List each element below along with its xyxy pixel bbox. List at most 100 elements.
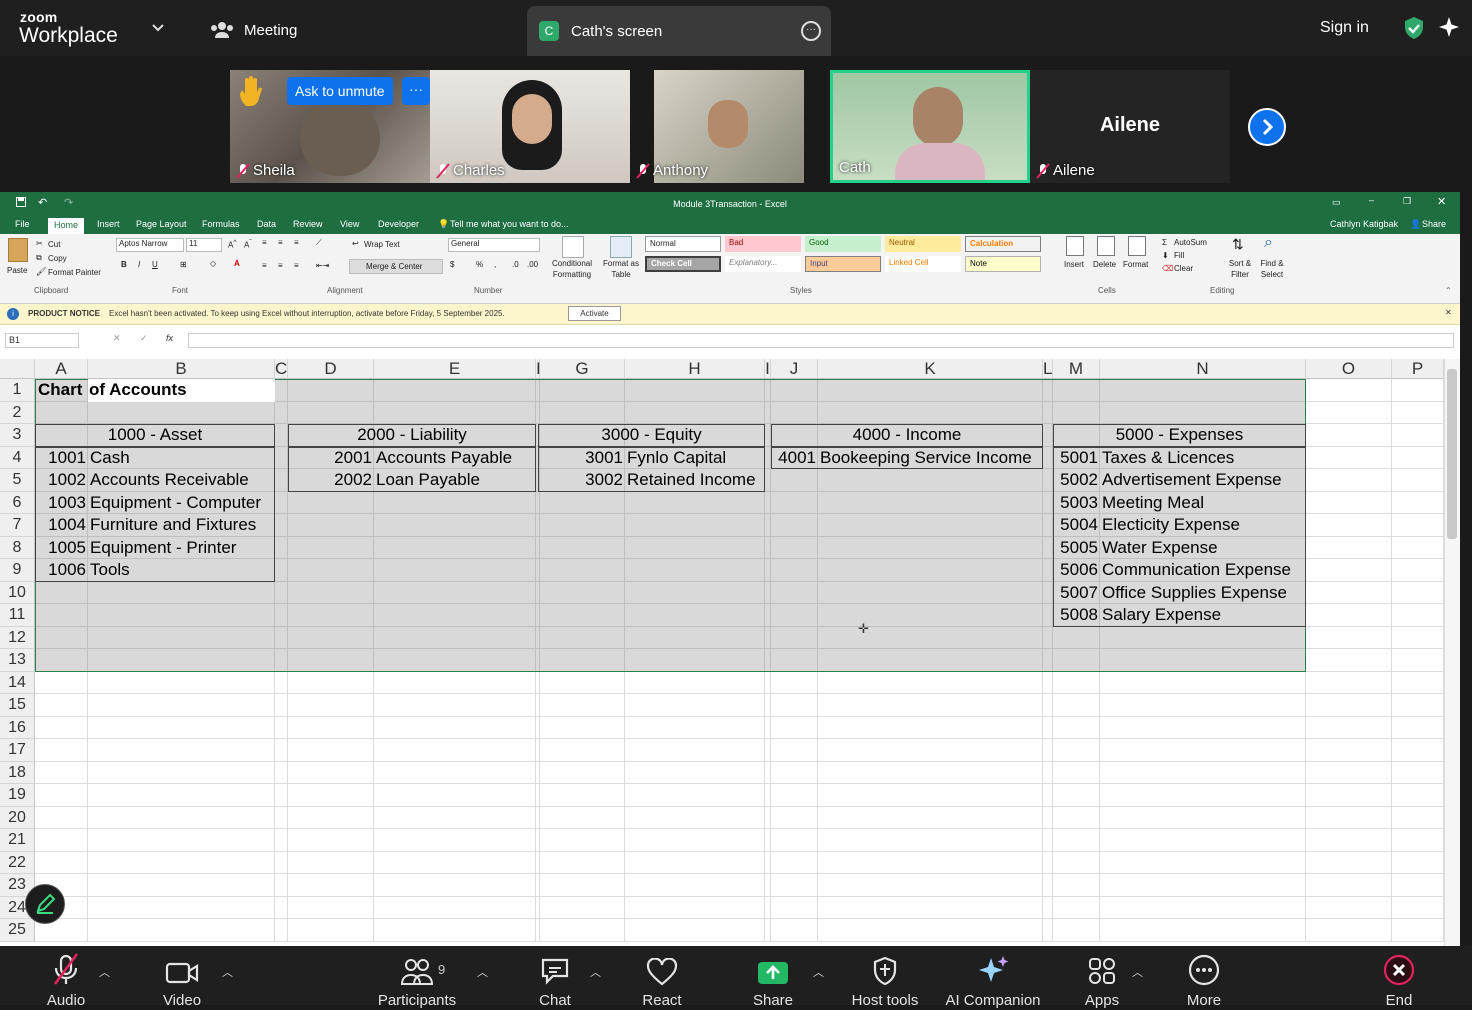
wrap-text-icon[interactable]: ↩	[352, 239, 359, 248]
row-header[interactable]: 11	[0, 604, 35, 627]
tab-data[interactable]: Data	[257, 219, 276, 229]
align-top-icon[interactable]: ≡	[262, 238, 267, 247]
name-box[interactable]: B1	[5, 333, 79, 348]
host-tools-button[interactable]: Host tools	[846, 946, 924, 1009]
column-header[interactable]: E	[374, 359, 536, 379]
style-good[interactable]: Good	[805, 236, 881, 252]
account-code[interactable]: 4001	[771, 447, 816, 469]
column-header[interactable]: G	[540, 359, 625, 379]
delete-cells-button[interactable]: Delete	[1093, 260, 1116, 269]
column-header[interactable]: A	[35, 359, 88, 379]
tell-me-search[interactable]: Tell me what you want to do...	[450, 219, 569, 229]
conditional-formatting-icon[interactable]	[562, 236, 584, 258]
fill-icon[interactable]: ⬇	[1162, 251, 1169, 260]
account-name[interactable]: Cathlyn Katigbak	[1330, 219, 1398, 229]
participants-button[interactable]: Participants	[372, 946, 462, 1009]
align-center-icon[interactable]: ≡	[278, 261, 283, 270]
account-name[interactable]: Electicity Expense	[1102, 514, 1240, 536]
row-header[interactable]: 15	[0, 694, 35, 717]
style-input[interactable]: Input	[805, 256, 881, 272]
group-header[interactable]: 5000 - Expenses	[1053, 424, 1306, 446]
style-bad[interactable]: Bad	[725, 236, 801, 252]
column-header[interactable]: H	[625, 359, 765, 379]
tab-insert[interactable]: Insert	[97, 219, 120, 229]
insert-cells-icon[interactable]	[1066, 236, 1084, 256]
align-middle-icon[interactable]: ≡	[278, 238, 283, 247]
group-header[interactable]: 1000 - Asset	[35, 424, 275, 446]
row-header[interactable]: 6	[0, 491, 35, 514]
increase-decimal-icon[interactable]: .0	[512, 260, 519, 269]
borders-icon[interactable]: ⊞	[180, 260, 187, 269]
tab-review[interactable]: Review	[293, 219, 323, 229]
apps-options-caret-icon[interactable]: ︿	[1132, 964, 1144, 979]
tab-page-layout[interactable]: Page Layout	[136, 219, 187, 229]
column-header[interactable]: K	[818, 359, 1043, 379]
row-header[interactable]: 10	[0, 581, 35, 604]
clear-icon[interactable]: ⌫	[1162, 264, 1173, 273]
chat-options-caret-icon[interactable]: ︿	[590, 964, 602, 979]
account-code[interactable]: 3002	[538, 469, 623, 491]
format-cells-icon[interactable]	[1128, 236, 1146, 256]
account-code[interactable]: 5005	[1053, 537, 1098, 559]
ask-to-unmute-button[interactable]: Ask to unmute	[287, 77, 393, 105]
participant-tile-anthony[interactable]: Anthony	[630, 70, 830, 183]
clear-button[interactable]: Clear	[1174, 264, 1193, 273]
column-header[interactable]: C	[275, 359, 288, 379]
tab-home[interactable]: Home	[48, 218, 85, 234]
video-button[interactable]: Video	[158, 946, 206, 1009]
account-name[interactable]: Furniture and Fixtures	[90, 514, 256, 536]
account-code[interactable]: 3001	[538, 447, 623, 469]
column-header[interactable]: N	[1100, 359, 1306, 379]
delete-cells-icon[interactable]	[1097, 236, 1115, 256]
participant-tile-cath-active-speaker[interactable]: Cath	[830, 70, 1030, 183]
row-header[interactable]: 3	[0, 424, 35, 447]
account-name[interactable]: Equipment - Printer	[90, 537, 236, 559]
account-code[interactable]: 1004	[35, 514, 86, 536]
column-header[interactable]: B	[88, 359, 275, 379]
more-button[interactable]: More	[1180, 946, 1228, 1009]
row-header[interactable]: 13	[0, 649, 35, 672]
wrap-text-button[interactable]: Wrap Text	[364, 240, 400, 249]
increase-font-icon[interactable]: A^	[228, 239, 236, 250]
row-header[interactable]: 22	[0, 851, 35, 874]
account-code[interactable]: 2001	[288, 447, 372, 469]
share-icon[interactable]: 👤	[1410, 219, 1421, 230]
video-options-caret-icon[interactable]: ︿	[222, 964, 234, 979]
cell-b1[interactable]: of Accounts	[89, 379, 187, 401]
format-painter-icon[interactable]: 🖌	[36, 267, 46, 276]
font-size-select[interactable]: 11	[186, 238, 222, 252]
group-header[interactable]: 3000 - Equity	[538, 424, 765, 446]
row-header[interactable]: 21	[0, 829, 35, 852]
style-note[interactable]: Note	[965, 256, 1041, 272]
style-normal[interactable]: Normal	[645, 236, 721, 252]
participant-tile-charles[interactable]: Charles	[430, 70, 630, 183]
account-code[interactable]: 1006	[35, 559, 86, 581]
row-header[interactable]: 8	[0, 536, 35, 559]
app-menu-chevron-icon[interactable]	[152, 19, 164, 35]
activate-button[interactable]: Activate	[568, 306, 621, 321]
account-code[interactable]: 5003	[1053, 492, 1098, 514]
account-name[interactable]: Accounts Receivable	[90, 469, 249, 491]
column-header[interactable]: O	[1306, 359, 1392, 379]
account-name[interactable]: Advertisement Expense	[1102, 469, 1282, 491]
merge-center-button[interactable]: Merge & Center	[349, 259, 443, 274]
autosum-icon[interactable]: Σ	[1162, 238, 1167, 247]
worksheet-grid[interactable]: A B C D E I G H I J K L M N O P 1 2 3 4 5 6 7 8 9 10 11 12 13 14 15 16 1…	[0, 359, 1460, 946]
style-linked-cell[interactable]: Linked Cell	[885, 256, 961, 272]
sort-filter-icon[interactable]: ⇅	[1232, 236, 1244, 253]
conditional-formatting-button[interactable]: Conditional Formatting	[548, 258, 596, 280]
font-color-icon[interactable]: A	[234, 259, 240, 268]
format-cells-button[interactable]: Format	[1123, 260, 1148, 269]
account-code[interactable]: 1005	[35, 537, 86, 559]
account-name[interactable]: Loan Payable	[376, 469, 480, 491]
account-name[interactable]: Water Expense	[1102, 537, 1218, 559]
account-name[interactable]: Taxes & Licences	[1102, 447, 1234, 469]
account-code[interactable]: 1003	[35, 492, 86, 514]
column-header[interactable]: J	[771, 359, 818, 379]
row-header[interactable]: 14	[0, 671, 35, 694]
paste-button[interactable]: Paste	[7, 266, 27, 275]
column-header[interactable]: D	[288, 359, 374, 379]
participant-more-button[interactable]: ···	[402, 77, 430, 105]
percent-icon[interactable]: %	[476, 260, 483, 269]
share-options-caret-icon[interactable]: ︿	[813, 964, 825, 979]
